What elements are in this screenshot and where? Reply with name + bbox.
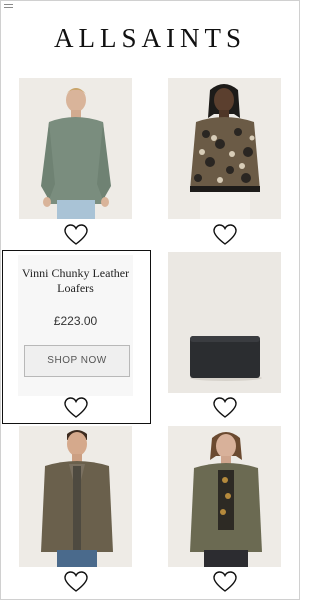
product-title[interactable]: Vinni Chunky Leather Loafers	[18, 266, 133, 296]
wishlist-heart-icon[interactable]	[213, 224, 237, 246]
product-image-wallet	[168, 252, 281, 393]
product-price: £223.00	[53, 314, 98, 328]
wishlist-heart-icon[interactable]	[213, 571, 237, 593]
product-image-khaki-overshirt	[168, 426, 281, 567]
wishlist-heart-icon[interactable]	[213, 397, 237, 419]
product-card-wallet[interactable]	[168, 252, 281, 393]
product-card-khaki-blazer[interactable]	[19, 426, 132, 567]
hamburger-menu-icon[interactable]	[4, 4, 13, 10]
product-image-green-sweater	[19, 78, 132, 219]
brand-logo[interactable]: ALLSAINTS	[0, 22, 300, 54]
shop-now-button[interactable]: SHOP NOW	[24, 345, 130, 377]
wishlist-heart-icon[interactable]	[64, 224, 88, 246]
wishlist-heart-icon[interactable]	[64, 571, 88, 593]
product-card-khaki-overshirt[interactable]	[168, 426, 281, 567]
product-card-camo-jacket[interactable]	[168, 78, 281, 219]
product-image-camo-jacket	[168, 78, 281, 219]
product-card-green-sweater[interactable]	[19, 78, 132, 219]
product-image-khaki-blazer	[19, 426, 132, 567]
wishlist-heart-icon[interactable]	[64, 397, 88, 419]
